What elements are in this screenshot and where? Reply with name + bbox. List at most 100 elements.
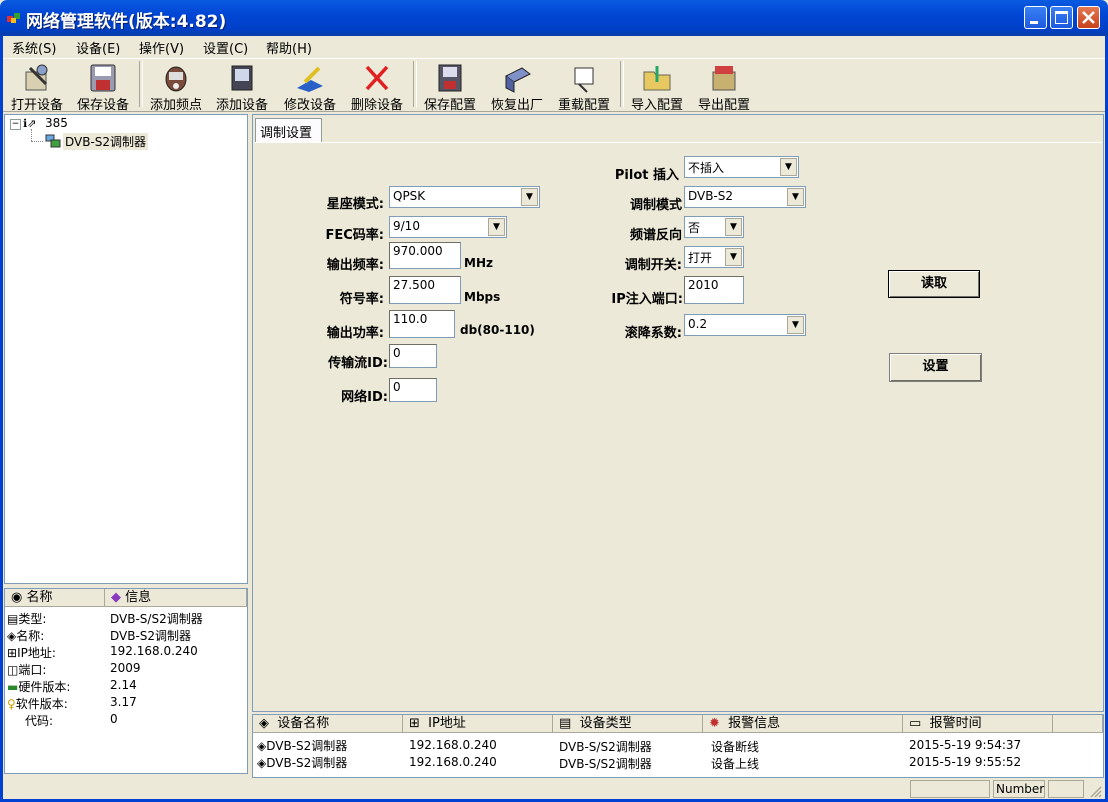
output-frequency-unit: MHz (464, 256, 493, 270)
set-button[interactable]: 设置 (889, 353, 982, 382)
menu-system[interactable]: 系统(S) (12, 38, 56, 57)
app-icon (7, 13, 20, 23)
chevron-down-icon: ▼ (787, 188, 804, 206)
chevron-down-icon: ▼ (725, 248, 742, 266)
info-value-type: DVB-S/S2调制器 (110, 612, 203, 626)
save-config-button[interactable]: 保存配置 (418, 60, 482, 113)
info-header-icon: ◆ (111, 590, 121, 605)
close-icon (1082, 11, 1095, 24)
spectrum-inversion-select[interactable]: 否 ▼ (684, 216, 744, 238)
alarm-header-alarm-time[interactable]: ▭ 报警时间 (903, 715, 1053, 733)
info-header-name[interactable]: ◉ 名称 (5, 589, 105, 607)
mod-mode-select[interactable]: DVB-S2 ▼ (684, 186, 806, 208)
status-pane-empty (910, 780, 990, 798)
pilot-value: 不插入 (688, 161, 725, 175)
symbol-rate-input[interactable]: 27.500 (389, 276, 461, 304)
fec-value: 9/10 (393, 219, 420, 233)
rolloff-select[interactable]: 0.2 ▼ (684, 314, 806, 336)
info-value-sw-version: 3.17 (110, 695, 137, 709)
ts-id-input[interactable]: 0 (389, 344, 437, 368)
info-value-port: 2009 (110, 661, 141, 675)
mod-switch-select[interactable]: 打开 ▼ (684, 246, 744, 268)
ip-header-icon: ⊞ (409, 716, 420, 731)
add-frequency-button[interactable]: 添加频点 (144, 60, 208, 113)
save-device-icon (90, 64, 116, 92)
add-device-icon (231, 65, 253, 91)
table-row[interactable]: ◈DVB-S2调制器 (257, 754, 347, 771)
alarm-cell-time: 2015-5-19 9:55:52 (909, 755, 1022, 769)
info-value-hw-version: 2.14 (110, 678, 137, 692)
maximize-button[interactable] (1050, 6, 1073, 29)
tree-root-label[interactable]: 385 (45, 116, 68, 130)
name-icon: ◈ (7, 629, 17, 643)
info-header-info-label: 信息 (125, 590, 152, 605)
fec-select[interactable]: 9/10 ▼ (389, 216, 507, 238)
alarm-header-icon: ✹ (709, 716, 720, 731)
info-value-name: DVB-S2调制器 (110, 629, 192, 643)
open-device-button[interactable]: 打开设备 (5, 60, 69, 113)
tree-item-modulator[interactable]: DVB-S2调制器 (63, 133, 149, 150)
alarm-list: ◈ 设备名称 ⊞ IP地址 ▤ 设备类型 ✹ 报警信息 ▭ 报警时间 ◈DVB-… (252, 714, 1104, 778)
menu-device[interactable]: 设备(E) (76, 38, 120, 57)
tree-collapse-toggle[interactable]: − (10, 119, 21, 130)
import-config-button[interactable]: 导入配置 (625, 60, 689, 113)
mod-switch-value: 打开 (688, 251, 713, 265)
resize-grip-icon[interactable] (1088, 784, 1102, 798)
read-button[interactable]: 读取 (888, 270, 980, 298)
info-key-code: 代码: (25, 714, 54, 728)
fec-label: FEC码率: (325, 228, 384, 243)
menu-operation[interactable]: 操作(V) (139, 38, 184, 57)
device-icon: ◈ (257, 739, 267, 753)
alarm-cell-info: 设备断线 (711, 740, 760, 754)
info-key-port: ◫端口: (7, 663, 47, 677)
spectrum-inversion-value: 否 (688, 221, 701, 235)
network-id-input[interactable]: 0 (389, 378, 437, 402)
menu-settings[interactable]: 设置(C) (203, 38, 248, 57)
mod-mode-value: DVB-S2 (688, 189, 734, 203)
export-config-button[interactable]: 导出配置 (692, 60, 756, 113)
save-device-button[interactable]: 保存设备 (71, 60, 135, 113)
rolloff-value: 0.2 (688, 317, 708, 331)
status-num-lock: Number (993, 780, 1045, 798)
delete-icon (365, 65, 389, 91)
ip-port-input[interactable]: 2010 (684, 276, 744, 304)
factory-reset-label: 恢复出厂 (490, 98, 543, 113)
alarm-header-device-name[interactable]: ◈ 设备名称 (253, 715, 403, 733)
info-header-info[interactable]: ◆ 信息 (105, 589, 247, 607)
time-header-icon: ▭ (909, 716, 922, 731)
alarm-header-device-type[interactable]: ▤ 设备类型 (553, 715, 703, 733)
tab-modulation-settings[interactable]: 调制设置 (255, 118, 322, 142)
output-frequency-input[interactable]: 970.000 (389, 242, 461, 269)
ip-port-label: IP注入端口: (611, 292, 683, 307)
minimize-button[interactable] (1024, 6, 1047, 29)
port-icon: ◫ (7, 663, 19, 677)
constellation-select[interactable]: QPSK ▼ (389, 186, 540, 208)
factory-reset-button[interactable]: 恢复出厂 (485, 60, 549, 113)
pilot-select[interactable]: 不插入 ▼ (684, 156, 799, 178)
maximize-icon (1055, 11, 1068, 24)
alarm-cell-type: DVB-S/S2调制器 (559, 757, 652, 771)
alarm-cell-info: 设备上线 (711, 757, 760, 771)
reload-config-label: 重载配置 (557, 98, 610, 113)
add-device-button[interactable]: 添加设备 (210, 60, 274, 113)
mod-mode-label: 调制模式 (629, 198, 682, 213)
reload-config-button[interactable]: 重载配置 (552, 60, 616, 113)
menu-help[interactable]: 帮助(H) (266, 38, 312, 57)
output-power-input[interactable]: 110.0 (389, 310, 455, 338)
alarm-cell-time: 2015-5-19 9:54:37 (909, 738, 1022, 752)
chevron-down-icon: ▼ (488, 218, 505, 236)
network-icon: ℹ⇗ (23, 117, 37, 130)
modify-device-button[interactable]: 修改设备 (278, 60, 342, 113)
alarm-header-alarm-info[interactable]: ✹ 报警信息 (703, 715, 903, 733)
alarm-cell-ip: 192.168.0.240 (409, 738, 497, 752)
constellation-label: 星座模式: (326, 197, 384, 212)
delete-device-button[interactable]: 删除设备 (345, 60, 409, 113)
mod-switch-label: 调制开关: (624, 258, 682, 273)
import-config-icon (643, 66, 671, 91)
table-row[interactable]: ◈DVB-S2调制器 (257, 737, 347, 754)
alarm-header-ip[interactable]: ⊞ IP地址 (403, 715, 553, 733)
lightbulb-icon: ♀ (7, 697, 16, 711)
close-button[interactable] (1077, 6, 1100, 29)
device-name-header-icon: ◈ (259, 716, 269, 731)
alarm-header-filler (1053, 715, 1103, 733)
